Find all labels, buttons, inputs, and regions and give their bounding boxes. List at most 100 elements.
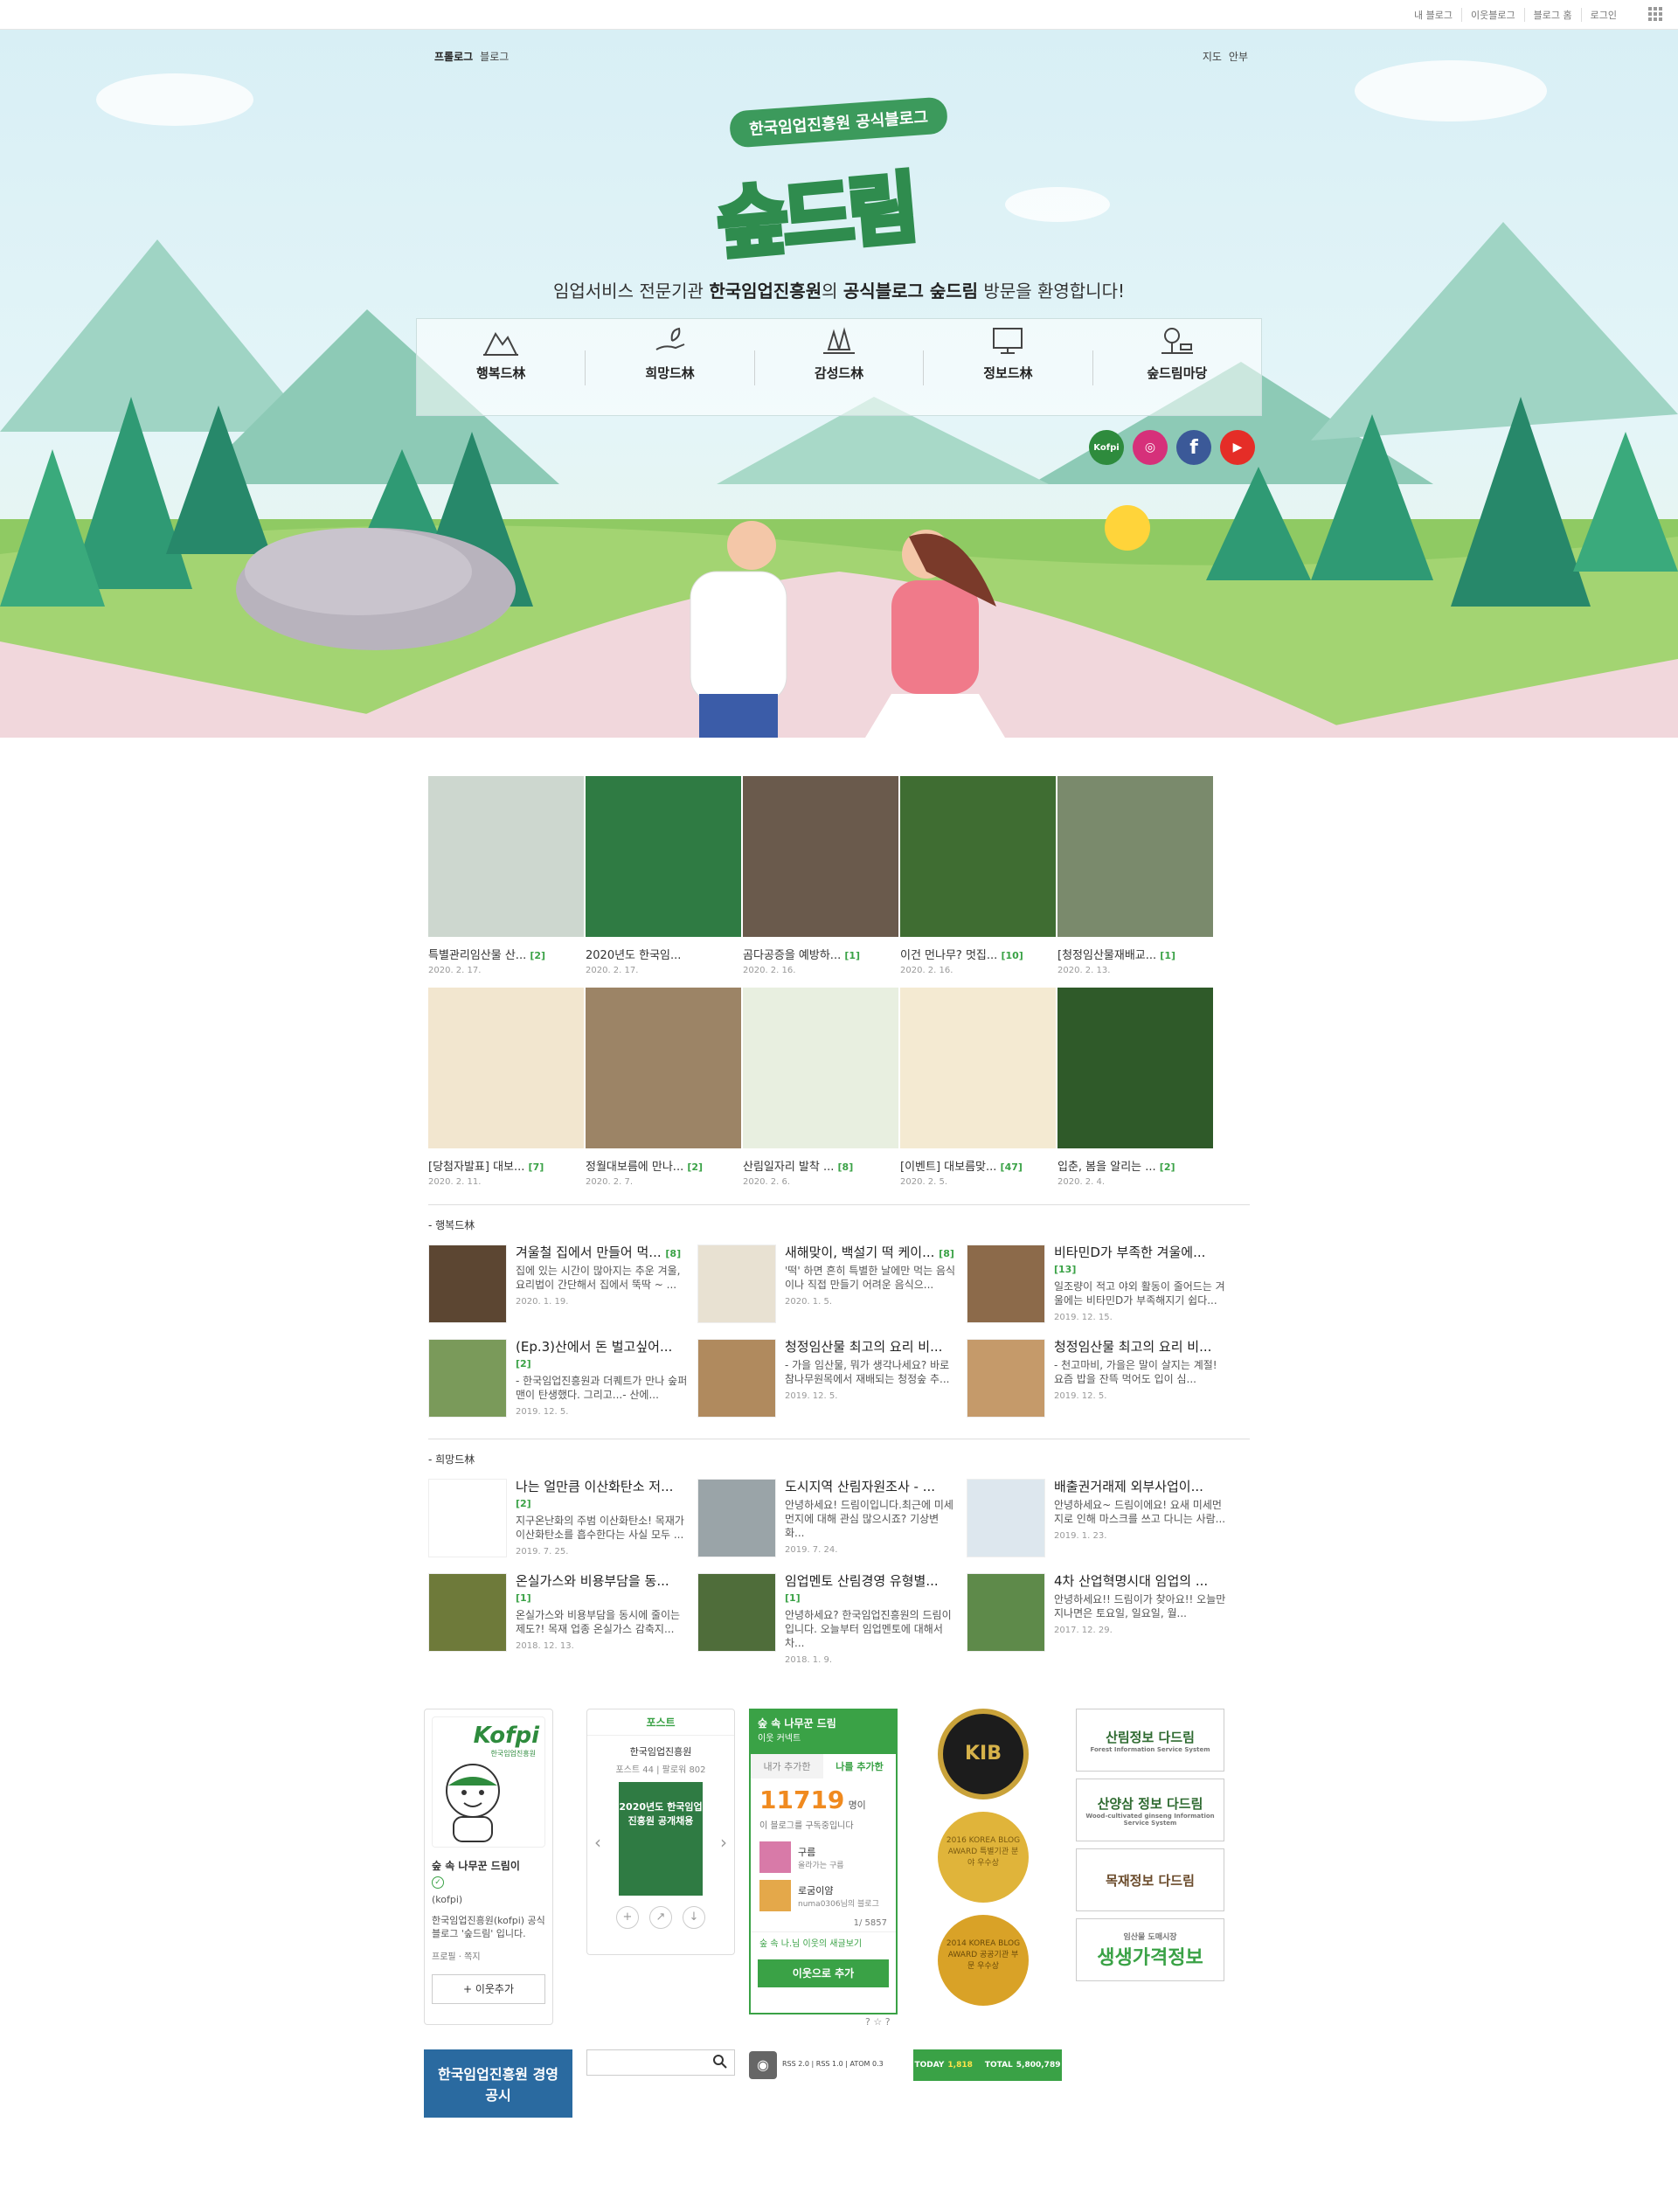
profile-id: (kofpi) <box>432 1894 463 1905</box>
list-item-date: 2018. 1. 9. <box>785 1655 833 1665</box>
blog-logo[interactable]: 숲드림 <box>711 152 970 272</box>
list-item-desc: - 한국임업진흥원과 더퀘트가 만나 숲퍼맨이 탄생했다. 그리고...- 산에… <box>516 1375 688 1401</box>
link-my-blog[interactable]: 내 블로그 <box>1405 8 1461 22</box>
list-item[interactable]: 4차 산업혁명시대 임업의 ... 안녕하세요!! 드림이가 찾아요!! 오늘만… <box>967 1573 1236 1668</box>
list-item-image <box>428 1479 507 1557</box>
kofpi-icon[interactable]: Kofpi <box>1089 430 1124 465</box>
post-thumbnail[interactable]: 산림일자리 발착 ... [8] 2020. 2. 6. <box>743 988 900 1187</box>
post-thumbnail[interactable]: [이벤트] 대보름맞... [47] 2020. 2. 5. <box>900 988 1057 1187</box>
main-content: 특별관리임산물 산... [2] 2020. 2. 17. 2020년도 한국임..… <box>428 776 1250 1668</box>
profile-name[interactable]: 숲 속 나무꾼 드림이 <box>432 1858 545 1873</box>
link-neighbor-blog[interactable]: 이웃블로그 <box>1461 8 1524 22</box>
list-item[interactable]: 비타민D가 부족한 겨울에... [13] 일조량이 적고 야외 활동이 줄어드는… <box>967 1245 1236 1339</box>
thumbnail-date: 2020. 2. 5. <box>900 1177 948 1187</box>
hero-nav-left: 프롤로그 블로그 <box>434 49 509 64</box>
facebook-icon[interactable]: f <box>1176 430 1211 465</box>
tab-i-added[interactable]: 내가 추가한 <box>751 1754 823 1779</box>
thumbnail-image <box>743 776 898 937</box>
profile-links[interactable]: 프로필 · 쪽지 <box>432 1949 545 1962</box>
post-thumbnail[interactable]: 곰다공증을 예방하... [1] 2020. 2. 16. <box>743 776 900 975</box>
category-yard[interactable]: 숲드림마당 <box>1092 327 1261 385</box>
category-hope[interactable]: 희망드林 <box>585 327 753 385</box>
thumbnail-date: 2020. 2. 17. <box>428 966 482 975</box>
nav-blog[interactable]: 블로그 <box>480 49 509 64</box>
search-icon[interactable] <box>712 2054 728 2070</box>
neighbor-item[interactable]: 구름 올라가는 구름 <box>751 1838 896 1876</box>
list-item[interactable]: 배출권거래제 외부사업이... 안녕하세요~ 드림이에요! 요새 미세먼지로 인… <box>967 1479 1236 1573</box>
category-happy[interactable]: 행복드林 <box>417 331 585 385</box>
list-item[interactable]: 겨울철 집에서 만들어 먹... [8] 집에 있는 시간이 많아지는 추운 겨울… <box>428 1245 697 1339</box>
monitor-icon <box>993 327 1023 354</box>
list-item-date: 2019. 7. 24. <box>785 1545 838 1555</box>
list-item[interactable]: (Ep.3)산에서 돈 벌고싶어... [2] - 한국임업진흥원과 더퀘트가 만… <box>428 1339 697 1433</box>
hero-banner: 프롤로그 블로그 지도 안부 한국임업진흥원 공식블로그 숲드림 임업서비스 전… <box>0 30 1678 738</box>
post-thumbnail[interactable]: [당첨자발표] 대보... [7] 2020. 2. 11. <box>428 988 586 1187</box>
list-item[interactable]: 도시지역 산림자원조사 - ... 안녕하세요! 드림이입니다.최근에 미세먼지… <box>697 1479 967 1573</box>
post-cover[interactable]: 2020년도 한국임업진흥원 공개채용 <box>619 1782 703 1896</box>
list-item-title: 배출권거래제 외부사업이... <box>1054 1479 1203 1494</box>
plus-icon[interactable]: + <box>616 1906 639 1929</box>
rss-links[interactable]: RSS 2.0 | RSS 1.0 | ATOM 0.3 <box>782 2060 884 2068</box>
post-thumbnail[interactable]: 2020년도 한국임... 2020. 2. 17. <box>586 776 743 975</box>
post-org: 한국임업진흥원 <box>629 1746 692 1758</box>
thumbnail-title: [청정임산물재배교... [1] <box>1057 949 1176 962</box>
link-price-info[interactable]: 임산물 도매시장 생생가격정보 <box>1076 1918 1224 1981</box>
post-thumbnail[interactable]: 입춘, 봄을 알리는 ... [2] 2020. 2. 4. <box>1057 988 1215 1187</box>
prev-arrow-icon[interactable]: ‹ <box>594 1832 601 1853</box>
link-blog-home[interactable]: 블로그 홈 <box>1523 8 1581 22</box>
list-item[interactable]: 새해맞이, 백설기 떡 케이... [8] '떡' 하면 흔히 특별한 날에만 먹… <box>697 1245 967 1339</box>
link-wood-info[interactable]: 목재정보 다드림 <box>1076 1848 1224 1911</box>
section-hope-title: - 희망드林 <box>428 1453 475 1466</box>
download-icon[interactable]: ↓ <box>683 1906 705 1929</box>
list-item[interactable]: 청정임산물 최고의 요리 비... - 가을 임산물, 뭐가 생각나세요? 바로… <box>697 1339 967 1433</box>
category-emotion[interactable]: 감성드林 <box>753 326 923 385</box>
list-item[interactable]: 나는 얼만큼 이산화탄소 저... [2] 지구온난화의 주범 이산화탄소! 목재… <box>428 1479 697 1573</box>
list-item-image <box>967 1245 1045 1323</box>
rss-icon[interactable]: ◉ <box>749 2051 777 2079</box>
link-forest-info[interactable]: 산림정보 다드림 Forest Information Service Syste… <box>1076 1709 1224 1772</box>
apps-grid-icon[interactable] <box>1648 7 1662 21</box>
help-icon[interactable]: ? ☆ ? <box>865 2016 891 2028</box>
post-thumbnail[interactable]: 특별관리임산물 산... [2] 2020. 2. 17. <box>428 776 586 975</box>
instagram-icon[interactable]: ◎ <box>1133 430 1168 465</box>
youtube-icon[interactable]: ▶ <box>1220 430 1255 465</box>
list-item[interactable]: 청정임산물 최고의 요리 비... - 천고마비, 가을은 말이 살지는 계절!… <box>967 1339 1236 1433</box>
add-neighbor-button[interactable]: + 이웃추가 <box>432 1974 545 2004</box>
section-hope-list: 나는 얼만큼 이산화탄소 저... [2] 지구온난화의 주범 이산화탄소! 목재… <box>428 1479 1250 1668</box>
neighbor-item[interactable]: 로굼이얌 numa0306님의 블로그 <box>751 1876 896 1915</box>
list-item[interactable]: 온실가스와 비용부담을 동... [1] 온실가스와 비용부담을 동시에 줄이는 … <box>428 1573 697 1668</box>
post-thumbnail[interactable]: [청정임산물재배교... [1] 2020. 2. 13. <box>1057 776 1215 975</box>
tab-post[interactable]: 포스트 <box>587 1709 734 1736</box>
tab-added-me[interactable]: 나를 추가한 <box>823 1754 896 1779</box>
thumbnail-title: 정월대보름에 만나... [2] <box>586 1161 704 1174</box>
thumbnail-image <box>900 776 1056 937</box>
link-login[interactable]: 로그인 <box>1580 8 1626 22</box>
list-item-title: 나는 얼만큼 이산화탄소 저... [2] <box>516 1479 674 1509</box>
neighbor-new-posts-link[interactable]: 숲 속 나.님 이웃의 새글보기 <box>751 1931 896 1952</box>
list-item-desc: - 가을 임산물, 뭐가 생각나세요? 바로 참나무원목에서 재배되는 청정숲 … <box>785 1359 950 1385</box>
nav-guestbook[interactable]: 안부 <box>1229 49 1248 64</box>
neighbor-pager[interactable]: 1/ 5857 <box>751 1915 896 1931</box>
nav-prologue[interactable]: 프롤로그 <box>434 49 473 64</box>
list-item[interactable]: 임업멘토 산림경영 유형별... [1] 안녕하세요? 한국임업진흥원의 드림이입… <box>697 1573 967 1668</box>
thumbnail-image <box>586 776 741 937</box>
thumbnail-title: [이벤트] 대보름맞... [47] <box>900 1161 1023 1174</box>
link-ginseng-info[interactable]: 산양삼 정보 다드림 Wood-cultivated ginseng Inform… <box>1076 1779 1224 1841</box>
next-arrow-icon[interactable]: › <box>720 1832 727 1853</box>
divider <box>428 1204 1250 1205</box>
list-item-title: 청정임산물 최고의 요리 비... <box>1054 1339 1212 1355</box>
add-as-neighbor-button[interactable]: 이웃으로 추가 <box>758 1959 889 1987</box>
nav-map[interactable]: 지도 <box>1203 49 1222 64</box>
visitor-counter: TODAY 1,818 TOTAL 5,800,789 <box>913 2049 1062 2081</box>
category-info[interactable]: 정보드林 <box>923 327 1092 385</box>
list-item-date: 2019. 7. 25. <box>516 1547 569 1557</box>
share-icon[interactable]: ↗ <box>649 1906 672 1929</box>
post-thumbnail[interactable]: 정월대보름에 만나... [2] 2020. 2. 7. <box>586 988 743 1187</box>
thumbnail-date: 2020. 2. 17. <box>586 966 639 975</box>
external-links: 산림정보 다드림 Forest Information Service Syste… <box>1076 1709 1224 1981</box>
thumbnail-image <box>1057 988 1213 1148</box>
list-item-date: 2019. 12. 15. <box>1054 1313 1113 1322</box>
management-disclosure-banner[interactable]: 한국임업진흥원 경영공시 <box>424 2049 572 2118</box>
post-thumbnail[interactable]: 이건 먼나무? 멋집... [10] 2020. 2. 16. <box>900 776 1057 975</box>
category-menu: 행복드林 희망드林 감성드林 정보드林 숲드림마당 <box>416 318 1262 416</box>
